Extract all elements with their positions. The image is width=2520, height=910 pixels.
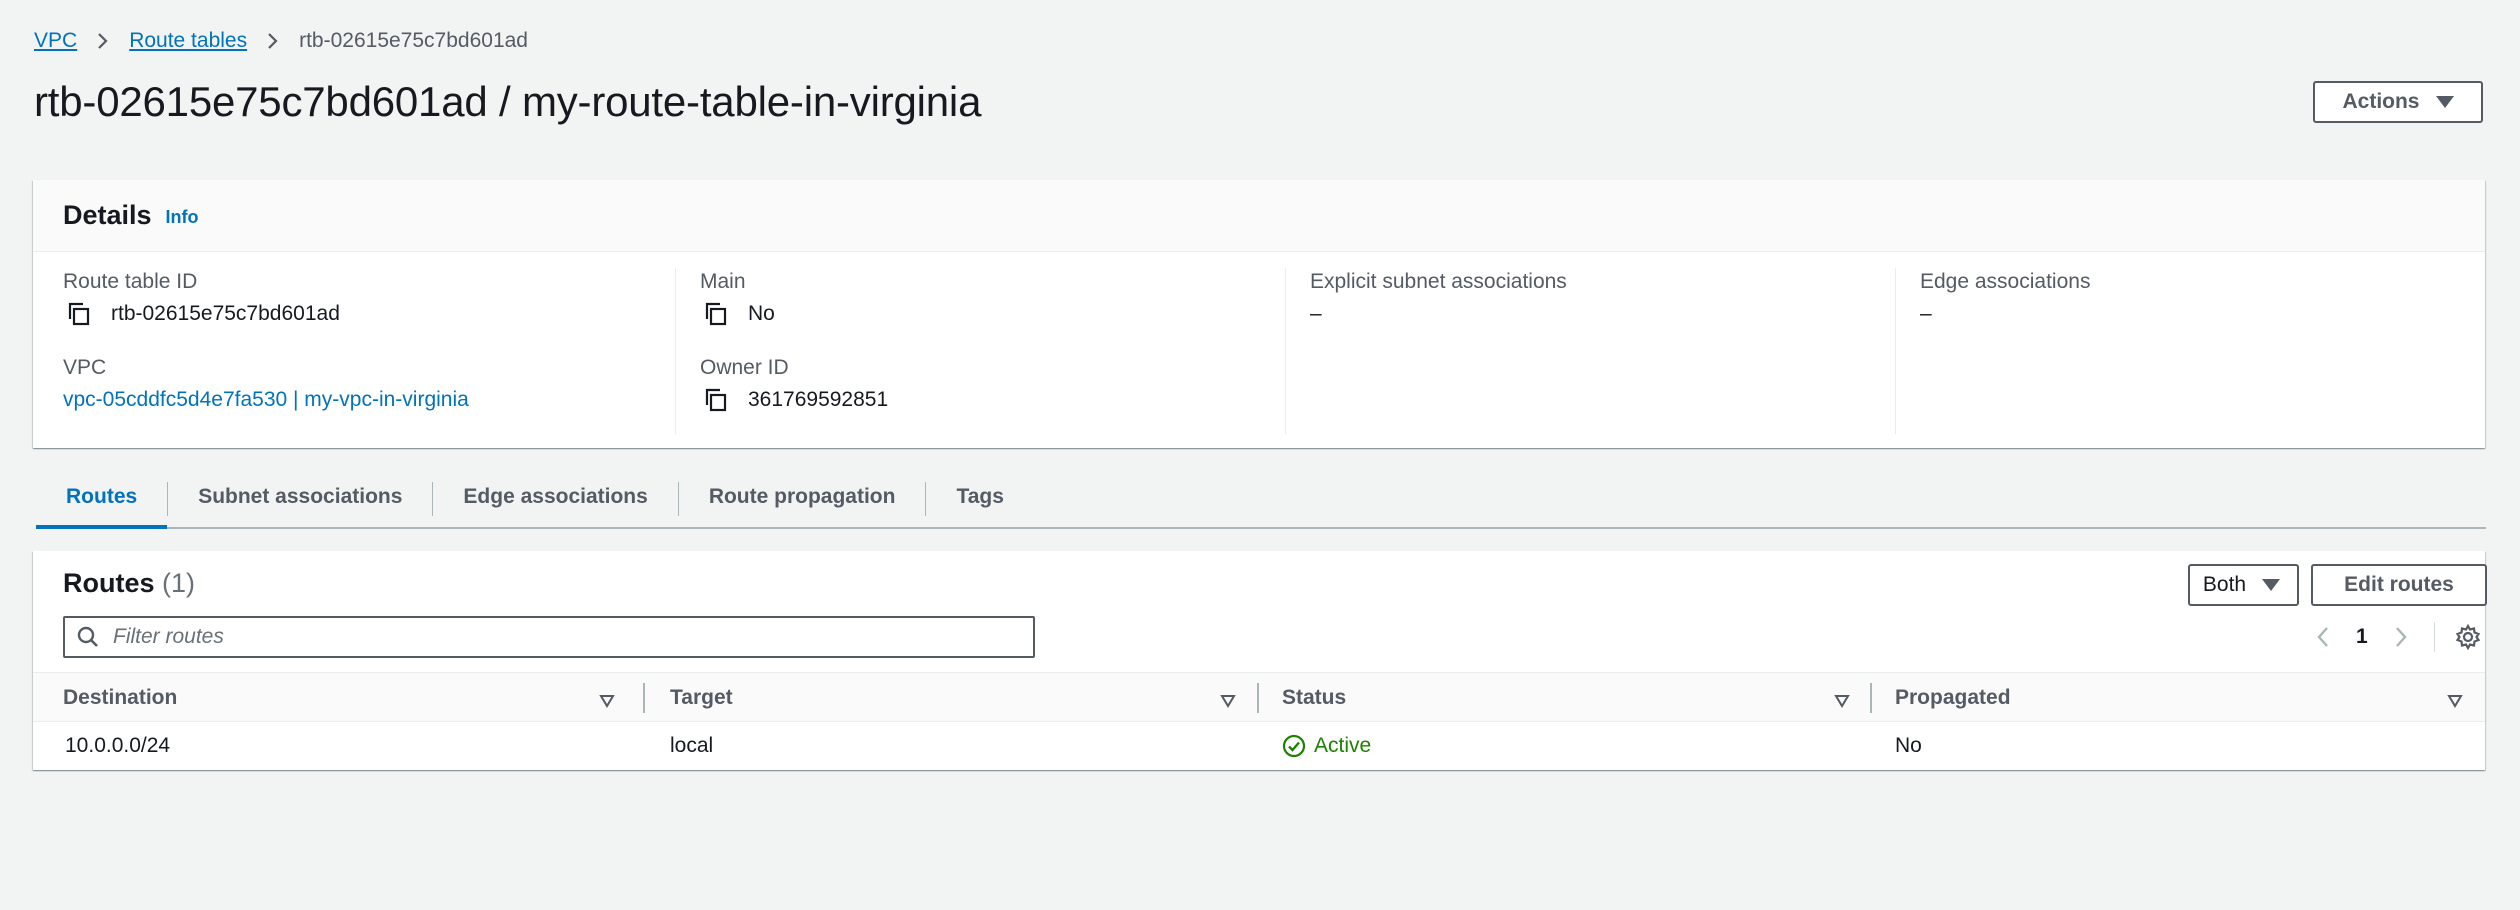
- vpc-field: VPC vpc-05cddfc5d4e7fa530 | my-vpc-in-vi…: [63, 354, 675, 414]
- column-label-target: Target: [670, 686, 733, 709]
- route-table-id-field: Route table ID rtb-02615e75c7bd601ad: [63, 268, 675, 328]
- chevron-right-icon: [267, 32, 279, 50]
- owner-id-field: Owner ID 361769592851: [700, 354, 1285, 414]
- owner-id-value: 361769592851: [748, 388, 889, 411]
- details-column-2: Main No Owner ID 361769592851: [675, 268, 1285, 434]
- sort-down-icon: [2447, 690, 2463, 714]
- column-divider[interactable]: [1257, 683, 1259, 713]
- edge-assoc-field: Edge associations –: [1920, 268, 2485, 328]
- column-label-status: Status: [1282, 686, 1347, 709]
- caret-down-icon: [2262, 579, 2281, 591]
- sort-down-icon: [1834, 690, 1850, 714]
- chevron-right-icon: [97, 32, 109, 50]
- owner-id-label: Owner ID: [700, 356, 789, 379]
- page-title: rtb-02615e75c7bd601ad / my-route-table-i…: [34, 78, 982, 125]
- chevron-right-icon[interactable]: [2386, 626, 2416, 648]
- gear-icon[interactable]: [2455, 624, 2481, 650]
- column-label-destination: Destination: [63, 686, 178, 709]
- tab-edge-associations[interactable]: Edge associations: [433, 471, 677, 527]
- filter-routes-box[interactable]: [63, 616, 1035, 658]
- routes-heading-label: Routes: [63, 568, 155, 598]
- filter-routes-input[interactable]: [113, 625, 1013, 649]
- main-field: Main No: [700, 268, 1285, 328]
- column-divider[interactable]: [643, 683, 645, 713]
- routes-panel: Routes (1) Both Edit routes 1: [33, 551, 2487, 770]
- route-filter-select-value: Both: [2202, 573, 2247, 596]
- edge-assoc-value: –: [1920, 302, 1932, 325]
- column-header-status[interactable]: Status: [1282, 673, 1872, 723]
- column-label-propagated: Propagated: [1895, 686, 2011, 709]
- edge-assoc-label: Edge associations: [1920, 270, 2091, 293]
- tab-route-propagation[interactable]: Route propagation: [679, 471, 926, 527]
- details-grid: Route table ID rtb-02615e75c7bd601ad VPC…: [33, 252, 2485, 448]
- breadcrumb-vpc-link[interactable]: VPC: [34, 29, 77, 53]
- status-text: Active: [1314, 734, 1372, 757]
- edit-routes-button[interactable]: Edit routes: [2311, 564, 2487, 606]
- routes-table-header: Destination Target Status Propagated: [33, 672, 2485, 722]
- pagination: 1: [2308, 620, 2481, 654]
- breadcrumb-current: rtb-02615e75c7bd601ad: [299, 29, 528, 52]
- tab-routes[interactable]: Routes: [36, 471, 168, 529]
- column-header-destination[interactable]: Destination: [63, 673, 633, 723]
- routes-count: (1): [162, 568, 196, 598]
- explicit-subnet-value: –: [1310, 302, 1322, 325]
- check-circle-icon: [1282, 734, 1306, 758]
- route-table-id-label: Route table ID: [63, 270, 198, 293]
- details-column-3: Explicit subnet associations –: [1285, 268, 1895, 434]
- sort-down-icon: [1220, 690, 1236, 714]
- page-number[interactable]: 1: [2356, 625, 2368, 649]
- details-column-4: Edge associations –: [1895, 268, 2485, 434]
- actions-button[interactable]: Actions: [2313, 81, 2483, 123]
- main-value: No: [748, 302, 775, 325]
- explicit-subnet-label: Explicit subnet associations: [1310, 270, 1567, 293]
- route-filter-select[interactable]: Both: [2188, 564, 2299, 606]
- cell-propagated: No: [1895, 734, 1922, 757]
- cell-destination: 10.0.0.0/24: [65, 734, 171, 757]
- explicit-subnet-field: Explicit subnet associations –: [1310, 268, 1895, 328]
- tab-subnet-associations[interactable]: Subnet associations: [168, 471, 432, 527]
- actions-button-label: Actions: [2342, 90, 2420, 113]
- main-label: Main: [700, 270, 746, 293]
- chevron-left-icon[interactable]: [2308, 626, 2338, 648]
- details-panel: Details Info Route table ID rtb-02615e75…: [33, 180, 2485, 448]
- vpc-link[interactable]: vpc-05cddfc5d4e7fa530 | my-vpc-in-virgin…: [63, 386, 469, 414]
- column-divider[interactable]: [1870, 683, 1872, 713]
- cell-status: Active: [1282, 722, 1371, 770]
- cell-target: local: [670, 734, 714, 757]
- search-icon: [77, 626, 99, 648]
- copy-icon[interactable]: [65, 300, 93, 328]
- tab-tags[interactable]: Tags: [926, 471, 1033, 527]
- tab-list: Routes Subnet associations Edge associat…: [36, 471, 2486, 529]
- breadcrumb: VPC Route tables rtb-02615e75c7bd601ad: [34, 27, 528, 55]
- table-row[interactable]: 10.0.0.0/24 local Active No: [33, 722, 2485, 770]
- pager-divider: [2433, 622, 2435, 652]
- vpc-label: VPC: [63, 356, 107, 379]
- details-heading: Details: [63, 200, 152, 230]
- route-table-id-value: rtb-02615e75c7bd601ad: [111, 302, 340, 325]
- caret-down-icon: [2435, 96, 2454, 108]
- info-link[interactable]: Info: [166, 207, 199, 228]
- routes-heading: Routes (1): [63, 568, 195, 599]
- copy-icon[interactable]: [702, 386, 730, 414]
- column-header-propagated[interactable]: Propagated: [1895, 673, 2475, 723]
- details-column-1: Route table ID rtb-02615e75c7bd601ad VPC…: [63, 268, 675, 434]
- details-header: Details Info: [33, 180, 2485, 252]
- sort-down-icon: [599, 690, 615, 714]
- copy-icon[interactable]: [702, 300, 730, 328]
- breadcrumb-route-tables-link[interactable]: Route tables: [129, 29, 247, 53]
- column-header-target[interactable]: Target: [670, 673, 1260, 723]
